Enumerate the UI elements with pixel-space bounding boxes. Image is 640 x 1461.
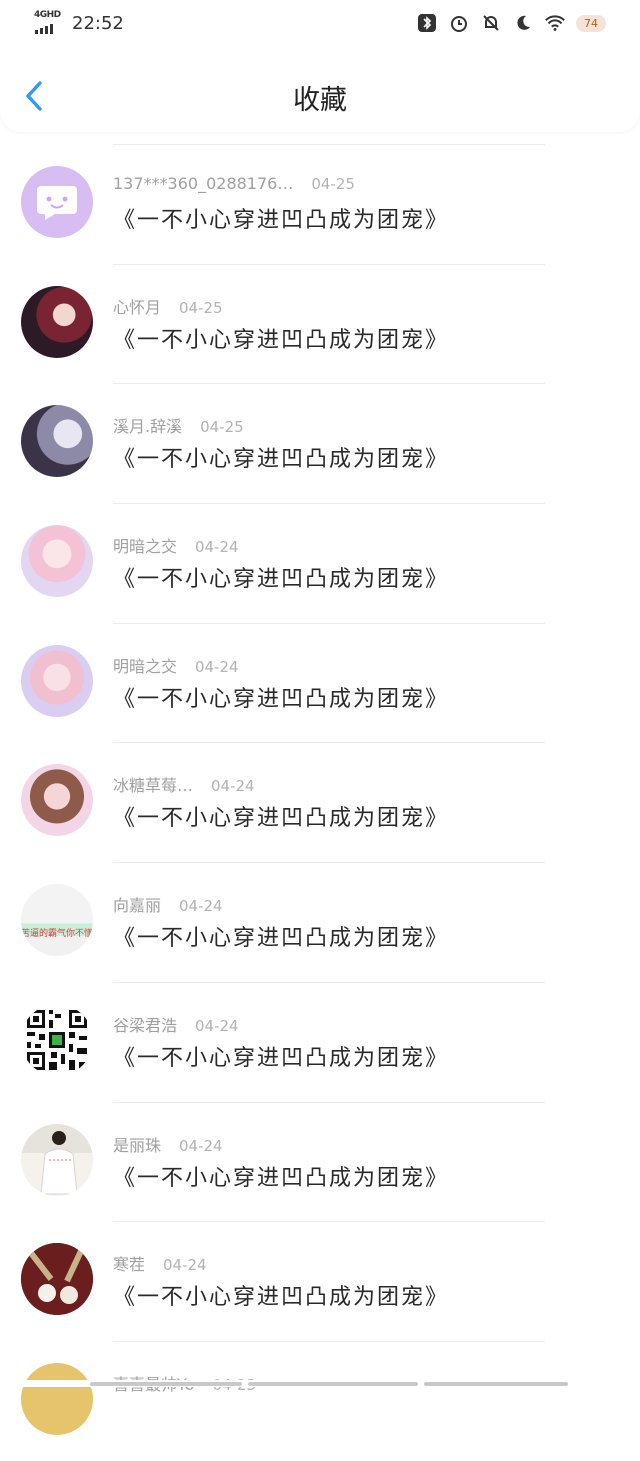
status-icons: 74 xyxy=(416,12,606,34)
scroll-segment xyxy=(248,1382,418,1386)
list-item[interactable]: 明暗之交 04-24 《一不小心穿进凹凸成为团宠》 xyxy=(0,622,640,743)
item-meta: 明暗之交 04-24 xyxy=(113,533,239,557)
bottom-scroll-indicator xyxy=(0,1380,640,1387)
item-date: 04-24 xyxy=(211,777,255,796)
clock: 22:52 xyxy=(72,12,124,34)
item-meta: 是丽珠 04-24 xyxy=(113,1132,223,1156)
user-name[interactable]: 向嘉丽 xyxy=(113,892,161,916)
item-date: 04-24 xyxy=(195,538,239,557)
person-photo-icon xyxy=(40,1130,78,1194)
user-name[interactable]: 明暗之交 xyxy=(113,533,177,557)
divider xyxy=(113,263,545,265)
network-label: 4GHD xyxy=(34,10,61,20)
avatar[interactable] xyxy=(21,405,93,478)
user-name[interactable]: 明暗之交 xyxy=(113,653,177,677)
avatar[interactable] xyxy=(21,1003,93,1076)
favorites-list: 137***360_0288176… 04-25 《一不小心穿进凹凸成为团宠》 … xyxy=(0,144,640,1461)
status-bar: 4GHD 22:52 74 xyxy=(0,0,640,48)
user-name[interactable]: 寒茬 xyxy=(113,1251,145,1275)
book-title[interactable]: 《一不小心穿进凹凸成为团宠》 xyxy=(113,1279,449,1311)
item-meta: 冰糖草莓… 04-24 xyxy=(113,772,255,796)
qr-code-icon xyxy=(25,1007,89,1072)
item-date: 04-24 xyxy=(195,657,239,676)
book-title[interactable]: 《一不小心穿进凹凸成为团宠》 xyxy=(113,561,449,593)
item-meta: 明暗之交 04-24 xyxy=(113,653,239,677)
book-title[interactable]: 《一不小心穿进凹凸成为团宠》 xyxy=(113,1040,449,1072)
item-meta: 137***360_0288176… 04-25 xyxy=(113,174,355,193)
list-item[interactable]: 心怀月 04-25 《一不小心穿进凹凸成为团宠》 xyxy=(0,263,640,384)
item-meta: 谷梁君浩 04-24 xyxy=(113,1012,239,1036)
item-meta: 向嘉丽 04-24 xyxy=(113,892,223,916)
item-date: 04-24 xyxy=(163,1256,207,1275)
avatar[interactable] xyxy=(21,644,93,717)
book-title[interactable]: 《一不小心穿进凹凸成为团宠》 xyxy=(113,920,449,952)
list-item[interactable]: 寒茬 04-24 《一不小心穿进凹凸成为团宠》 xyxy=(0,1221,640,1341)
pearl-earrings-icon xyxy=(21,1243,93,1316)
book-title[interactable]: 《一不小心穿进凹凸成为团宠》 xyxy=(113,322,449,354)
item-date: 04-25 xyxy=(311,175,355,193)
item-meta: 心怀月 04-25 xyxy=(113,294,223,318)
divider xyxy=(113,1101,545,1103)
user-name[interactable]: 是丽珠 xyxy=(113,1132,161,1156)
item-meta: 溪月.辞溪 04-25 xyxy=(113,413,244,437)
item-date: 04-24 xyxy=(179,897,223,916)
scroll-segment xyxy=(424,1382,568,1386)
avatar[interactable] xyxy=(21,1362,93,1435)
chat-bubble-icon xyxy=(37,186,77,220)
divider xyxy=(113,981,545,983)
wifi-icon xyxy=(544,12,566,34)
list-item[interactable]: 冰糖草莓… 04-24 《一不小心穿进凹凸成为团宠》 xyxy=(0,742,640,862)
user-name[interactable]: 137***360_0288176… xyxy=(113,174,293,193)
avatar[interactable] xyxy=(21,525,93,598)
user-name[interactable]: 溪月.辞溪 xyxy=(113,413,182,437)
list-item[interactable]: 明暗之交 04-24 《一不小心穿进凹凸成为团宠》 xyxy=(0,503,640,623)
divider xyxy=(113,622,545,624)
book-title[interactable]: 《一不小心穿进凹凸成为团宠》 xyxy=(113,441,449,473)
item-date: 04-25 xyxy=(179,298,223,317)
avatar[interactable]: 苦逼的霸气你不懂 xyxy=(21,884,93,957)
user-name[interactable]: 冰糖草莓… xyxy=(113,772,193,796)
list-item[interactable]: 是丽珠 04-24 《一不小心穿进凹凸成为团宠》 xyxy=(0,1101,640,1222)
list-item[interactable]: 谷梁君浩 04-24 《一不小心穿进凹凸成为团宠》 xyxy=(0,981,640,1102)
battery-level: 74 xyxy=(576,14,606,32)
book-title[interactable]: 《一不小心穿进凹凸成为团宠》 xyxy=(113,1160,449,1192)
status-left: 4GHD 22:52 xyxy=(34,10,124,36)
divider xyxy=(113,144,545,145)
book-title[interactable]: 《一不小心穿进凹凸成为团宠》 xyxy=(113,800,449,832)
user-name[interactable]: 谷梁君浩 xyxy=(113,1012,177,1036)
divider xyxy=(113,742,545,744)
item-date: 04-24 xyxy=(195,1016,239,1035)
item-meta: 寒茬 04-24 xyxy=(113,1251,207,1275)
avatar[interactable] xyxy=(21,285,93,358)
mute-icon xyxy=(480,12,502,34)
book-title[interactable]: 《一不小心穿进凹凸成为团宠》 xyxy=(113,681,449,713)
list-item[interactable]: 苦逼的霸气你不懂 向嘉丽 04-24 《一不小心穿进凹凸成为团宠》 xyxy=(0,862,640,982)
divider xyxy=(113,503,545,505)
avatar[interactable] xyxy=(21,1123,93,1196)
user-name[interactable]: 心怀月 xyxy=(113,294,161,318)
list-item[interactable]: 溪月.辞溪 04-25 《一不小心穿进凹凸成为团宠》 xyxy=(0,383,640,503)
page-title: 收藏 xyxy=(293,85,347,116)
avatar[interactable] xyxy=(21,1243,93,1316)
scroll-segment xyxy=(90,1382,242,1386)
avatar[interactable] xyxy=(21,166,93,238)
item-date: 04-24 xyxy=(179,1136,223,1155)
list-item[interactable]: 喜喜最帅Yo 04-23 xyxy=(0,1340,640,1461)
signal-icon: 4GHD xyxy=(34,10,64,36)
item-date: 04-25 xyxy=(200,418,244,437)
divider xyxy=(113,1340,545,1342)
divider xyxy=(113,1221,545,1223)
book-title[interactable]: 《一不小心穿进凹凸成为团宠》 xyxy=(113,202,449,234)
moon-icon xyxy=(512,12,534,34)
divider xyxy=(113,862,545,864)
list-item[interactable]: 137***360_0288176… 04-25 《一不小心穿进凹凸成为团宠》 xyxy=(0,144,640,264)
divider xyxy=(113,383,545,385)
alarm-icon xyxy=(448,12,470,34)
avatar[interactable] xyxy=(21,764,93,837)
avatar-caption: 苦逼的霸气你不懂 xyxy=(21,929,93,940)
header: 收藏 xyxy=(0,48,640,132)
bluetooth-icon xyxy=(416,12,438,34)
